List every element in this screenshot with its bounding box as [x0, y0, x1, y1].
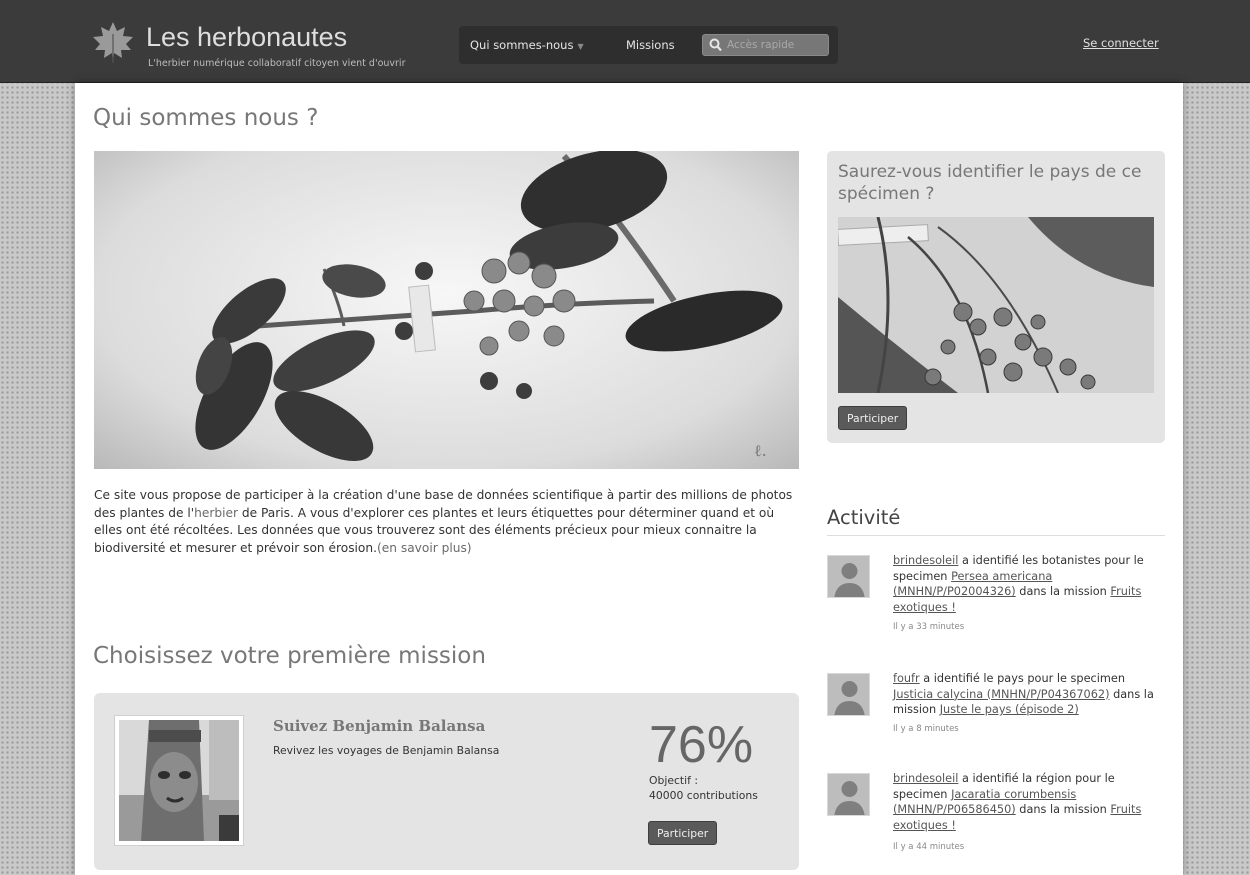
activity-connector: dans la mission	[1015, 585, 1111, 598]
mission-link[interactable]: Juste le pays (épisode 2)	[940, 703, 1079, 716]
nav-label: Qui sommes-nous	[470, 38, 574, 52]
activity-time: Il y a 44 minutes	[893, 842, 965, 852]
mission-thumbnail[interactable]	[114, 715, 244, 846]
missions-title: Choisissez votre première mission	[93, 643, 486, 669]
specimen-link[interactable]: Justicia calycina (MNHN/P/P04367062)	[893, 688, 1109, 701]
activity-action: a identifié le pays pour le specimen	[919, 672, 1125, 685]
search-input[interactable]	[727, 37, 825, 53]
leaf-logo-icon[interactable]	[92, 20, 134, 64]
learn-more-link[interactable]: (en savoir plus)	[377, 541, 472, 555]
identify-specimen-box: Saurez-vous identifier le pays de ce spé…	[827, 151, 1165, 443]
top-navbar: Les herbonautes L'herbier numérique coll…	[0, 0, 1250, 83]
mission-card: Suivez Benjamin Balansa Revivez les voya…	[94, 693, 799, 870]
identify-participate-button[interactable]: Participer	[838, 406, 908, 430]
activity-text: brindesoleil a identifié les botanistes …	[893, 553, 1165, 615]
avatar[interactable]	[827, 773, 870, 816]
nav-qui-sommes-nous[interactable]: Qui sommes-nous ▼	[470, 38, 584, 52]
mission-goal-value: 40000 contributions	[649, 788, 758, 802]
activity-time: Il y a 33 minutes	[893, 622, 965, 632]
page-title: Qui sommes nous ?	[93, 105, 319, 131]
identify-title: Saurez-vous identifier le pays de ce spé…	[838, 162, 1142, 204]
hero-herbarium-image: ℓ.	[94, 151, 799, 469]
hero-signature: ℓ.	[754, 441, 767, 460]
activity-time: Il y a 8 minutes	[893, 724, 959, 734]
user-link[interactable]: brindesoleil	[893, 772, 958, 785]
search-icon	[709, 38, 722, 52]
user-link[interactable]: foufr	[893, 672, 920, 685]
activity-connector: dans la mission	[1015, 803, 1111, 816]
avatar[interactable]	[827, 673, 870, 716]
mission-participate-button[interactable]: Participer	[648, 821, 718, 845]
mission-goal: Objectif : 40000 contributions	[649, 774, 758, 803]
activity-text: foufr a identifié le pays pour le specim…	[893, 671, 1165, 718]
activity-title: Activité	[827, 506, 901, 529]
activity-divider	[827, 535, 1165, 536]
mission-progress-percent: 76%	[649, 716, 754, 774]
main-nav: Qui sommes-nous ▼ Missions	[459, 26, 838, 64]
mission-description: Revivez les voyages de Benjamin Balansa	[273, 744, 500, 757]
caret-down-icon: ▼	[577, 42, 584, 51]
quick-search[interactable]	[702, 34, 829, 56]
user-silhouette-icon	[834, 681, 865, 715]
herbier-link[interactable]: herbier	[194, 506, 238, 520]
user-silhouette-icon	[834, 781, 865, 815]
specimen-image[interactable]	[838, 217, 1154, 393]
login-link[interactable]: Se connecter	[1083, 36, 1159, 50]
user-link[interactable]: brindesoleil	[893, 554, 958, 567]
brand-subtitle: L'herbier numérique collaboratif citoyen…	[148, 58, 406, 69]
user-silhouette-icon	[834, 563, 865, 597]
activity-text: brindesoleil a identifié la région pour …	[893, 771, 1165, 833]
avatar[interactable]	[827, 555, 870, 598]
mission-title[interactable]: Suivez Benjamin Balansa	[273, 717, 485, 735]
nav-missions[interactable]: Missions	[626, 38, 675, 52]
intro-text: Ce site vous propose de participer à la …	[94, 487, 804, 557]
mission-goal-label: Objectif :	[649, 774, 699, 787]
brand-title[interactable]: Les herbonautes	[146, 22, 347, 53]
